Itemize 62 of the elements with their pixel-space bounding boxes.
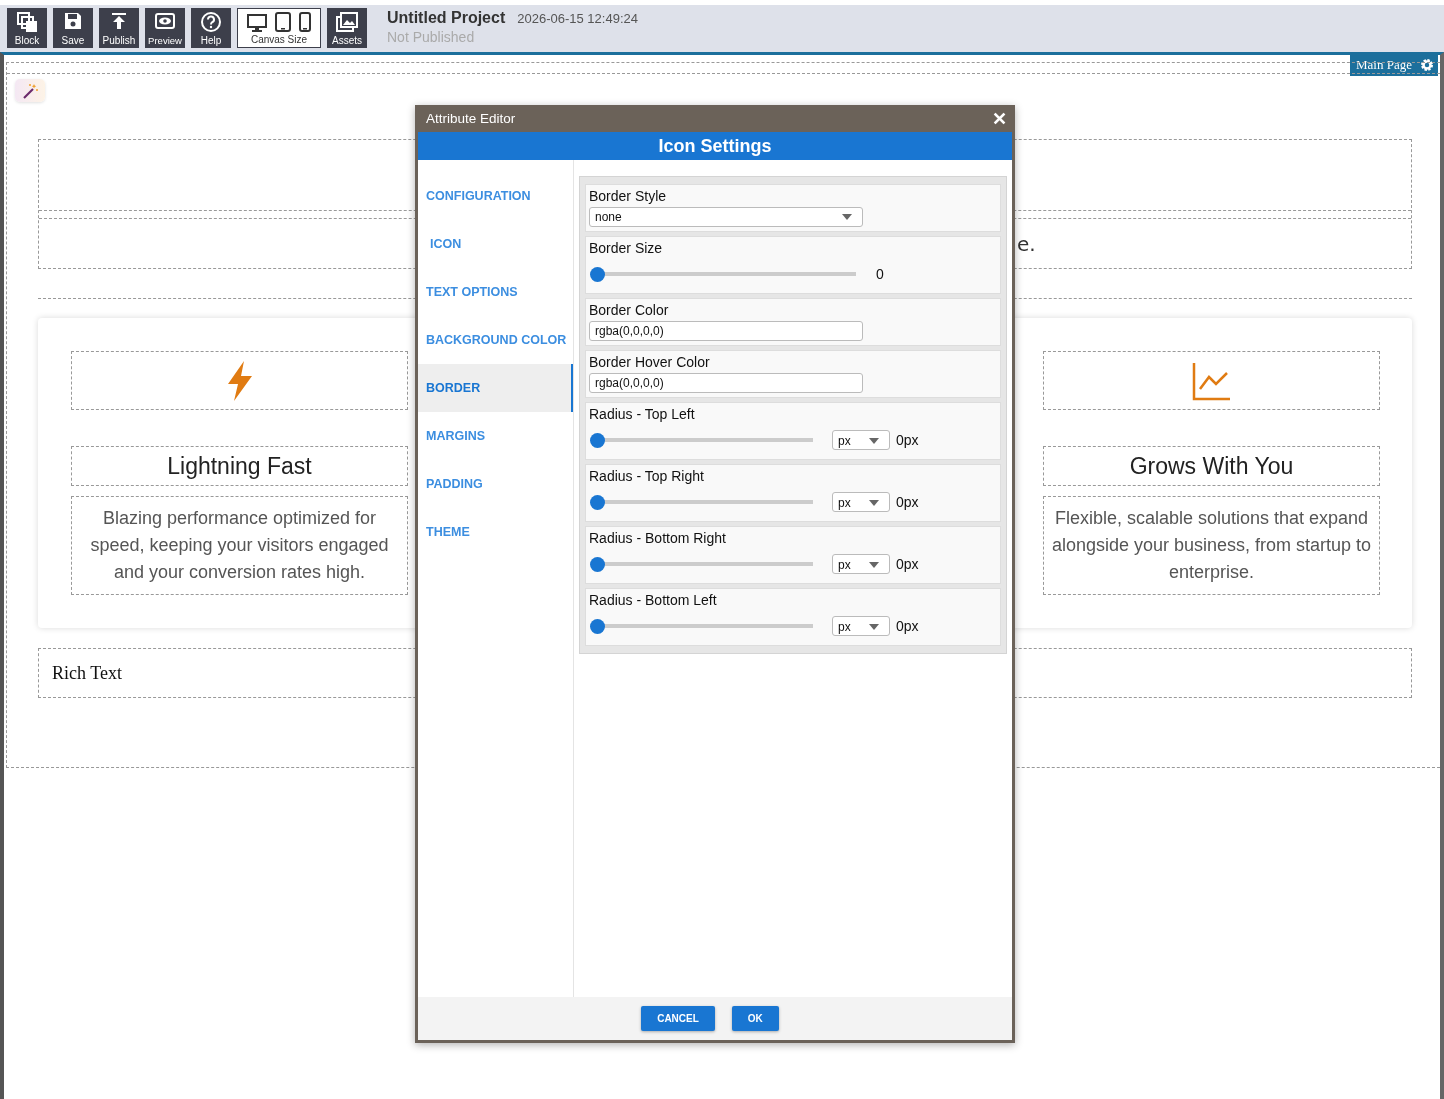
images-icon xyxy=(335,11,359,33)
save-button[interactable]: Save xyxy=(53,8,93,48)
canvas-size-button[interactable]: Canvas Size xyxy=(237,8,321,48)
color-field[interactable]: rgba(0,0,0,0) xyxy=(589,321,863,341)
feature-description: Flexible, scalable solutions that expand alongside your business, from startup to enterprise. xyxy=(1050,507,1373,584)
ok-button[interactable]: OK xyxy=(731,1006,779,1031)
setting-label: Radius - Bottom Left xyxy=(589,592,718,608)
block-button[interactable]: Block xyxy=(7,8,47,48)
caret-icon xyxy=(869,624,879,630)
border-style-select[interactable]: none xyxy=(589,207,863,227)
magic-wand-button[interactable] xyxy=(15,79,45,102)
unit-select[interactable]: px xyxy=(832,554,890,574)
eye-button[interactable]: Preview xyxy=(145,8,185,48)
feature-description: Blazing performance optimized for speed, keeping your visitors engaged and your conversion rates high. xyxy=(89,507,390,584)
upload-icon xyxy=(109,11,129,31)
slider-value: 0px xyxy=(896,556,919,572)
setting-label: Radius - Bottom Right xyxy=(589,530,727,546)
slider-value: 0 xyxy=(876,266,884,282)
slider-value: 0px xyxy=(896,618,919,634)
setting-label: Radius - Top Right xyxy=(589,468,705,484)
setting-label: Border Hover Color xyxy=(589,354,711,370)
feature-title: Grows With You xyxy=(1129,452,1294,480)
tablet-icon xyxy=(275,12,291,32)
setting-label: Border Style xyxy=(589,188,668,204)
unit-select[interactable]: px xyxy=(832,492,890,512)
setting-label: Radius - Top Left xyxy=(589,406,696,422)
upload-button[interactable]: Publish xyxy=(99,8,139,48)
magic-wand-icon xyxy=(21,81,39,100)
dialog-title: Attribute Editor xyxy=(426,111,516,126)
unit-select[interactable]: px xyxy=(832,616,890,636)
save-icon xyxy=(63,11,83,31)
nav-tab[interactable]: BORDER xyxy=(418,364,573,412)
nav-tab[interactable]: BACKGROUND COLOR xyxy=(418,316,573,364)
eye-icon xyxy=(154,11,176,31)
unit-select[interactable]: px xyxy=(832,430,890,450)
settings-icon xyxy=(1420,58,1434,72)
setting-label: Border Color xyxy=(589,302,670,318)
caret-icon xyxy=(869,500,879,506)
slider-value: 0px xyxy=(896,432,919,448)
block-icon xyxy=(16,11,38,33)
cancel-button[interactable]: CANCEL xyxy=(641,1006,715,1031)
assets-button[interactable]: Assets xyxy=(327,8,367,48)
page-tag[interactable]: Main Page xyxy=(1350,55,1438,76)
feature-title: Lightning Fast xyxy=(167,452,312,480)
dialog-heading: Icon Settings xyxy=(418,132,1012,160)
help-button[interactable]: Help xyxy=(191,8,231,48)
caret-icon xyxy=(842,214,852,220)
project-title: Untitled Project xyxy=(387,9,506,27)
help-icon xyxy=(200,11,222,33)
setting-label: Border Size xyxy=(589,240,664,256)
text-fragment: e. xyxy=(1017,231,1036,256)
publish-status: Not Published xyxy=(387,29,476,45)
rich-text: Rich Text xyxy=(52,662,122,684)
color-field[interactable]: rgba(0,0,0,0) xyxy=(589,373,863,393)
phone-icon xyxy=(299,12,311,32)
project-timestamp: 2026-06-15 12:49:24 xyxy=(517,11,638,26)
desktop-icon xyxy=(247,14,267,32)
line-chart-icon xyxy=(1191,360,1232,401)
close-button[interactable]: ✕ xyxy=(992,107,1007,130)
caret-icon xyxy=(869,562,879,568)
caret-icon xyxy=(869,438,879,444)
slider-value: 0px xyxy=(896,494,919,510)
